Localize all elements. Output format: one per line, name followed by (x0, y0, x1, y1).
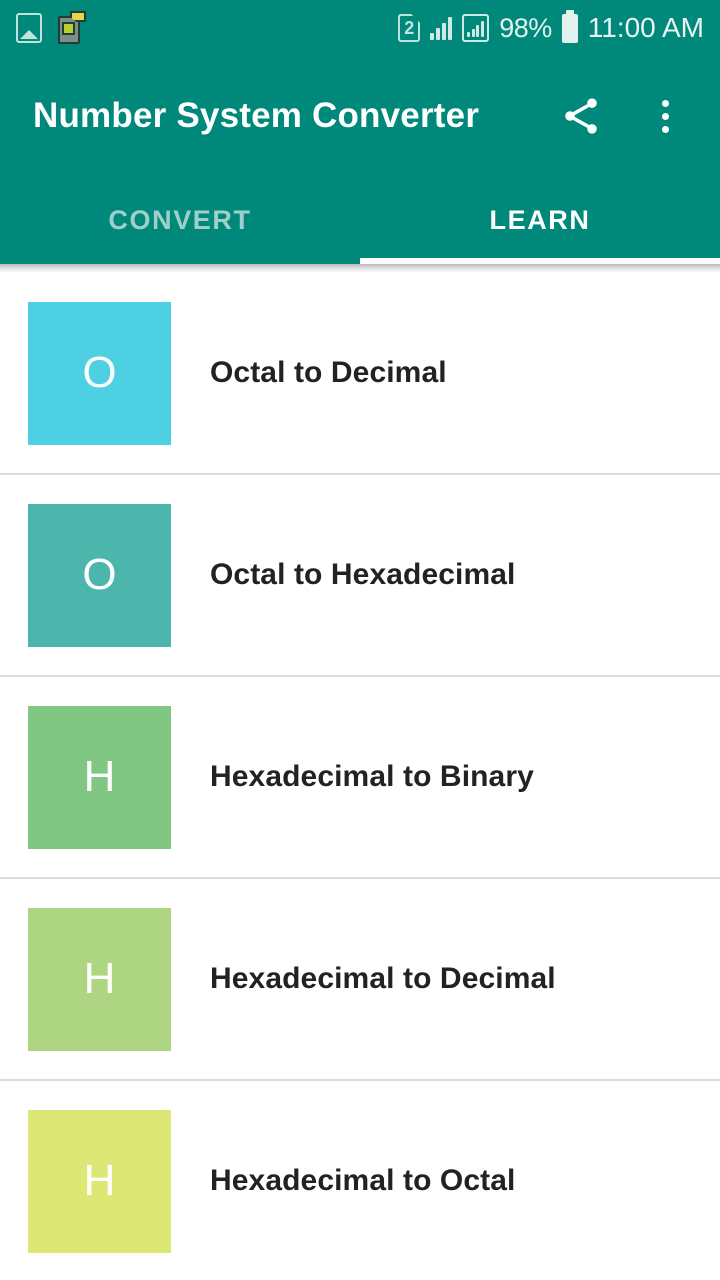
battery-icon (561, 9, 578, 43)
list-item[interactable]: H Hexadecimal to Decimal (0, 879, 720, 1081)
more-options-button[interactable] (634, 85, 696, 147)
list-item[interactable]: O Octal to Hexadecimal (0, 475, 720, 677)
app-notification-icon (56, 11, 86, 44)
topic-badge: H (28, 907, 171, 1051)
status-bar-left-icons (16, 11, 86, 44)
list-item-label: Hexadecimal to Decimal (210, 962, 556, 995)
list-item-label: Octal to Decimal (210, 356, 447, 389)
image-screenshot-icon (16, 13, 42, 43)
tab-indicator (360, 258, 720, 264)
page-title: Number System Converter (33, 96, 480, 135)
sim-card-2-icon: 2 (398, 14, 421, 42)
list-item-label: Hexadecimal to Octal (210, 1164, 516, 1197)
tab-bar: CONVERT LEARN (0, 176, 720, 264)
topic-badge: O (28, 503, 171, 647)
list-item-label: Hexadecimal to Binary (210, 760, 534, 793)
signal-strength-icon (430, 16, 453, 40)
more-options-icon (661, 99, 669, 133)
status-bar-clock: 11:00 AM (587, 12, 704, 43)
tab-convert[interactable]: CONVERT (0, 176, 360, 264)
topic-badge: H (28, 705, 171, 849)
battery-percentage: 98% (499, 12, 552, 43)
list-item[interactable]: H Hexadecimal to Binary (0, 677, 720, 879)
app-bar: Number System Converter (0, 56, 720, 176)
list-item[interactable]: H Hexadecimal to Octal (0, 1081, 720, 1280)
tab-learn[interactable]: LEARN (360, 176, 720, 264)
mobile-data-signal-icon (462, 14, 490, 42)
topic-badge: H (28, 1109, 171, 1253)
learn-topics-list: O Octal to Decimal O Octal to Hexadecima… (0, 273, 720, 1280)
list-item-label: Octal to Hexadecimal (210, 558, 516, 591)
status-bar: 2 98% 11:00 AM (0, 0, 720, 56)
topic-badge: O (28, 301, 171, 445)
share-icon (565, 98, 597, 134)
content-top-shadow (0, 264, 720, 273)
status-bar-right-icons: 2 98% 11:00 AM (398, 9, 704, 44)
share-button[interactable] (550, 85, 612, 147)
list-item[interactable]: O Octal to Decimal (0, 273, 720, 475)
